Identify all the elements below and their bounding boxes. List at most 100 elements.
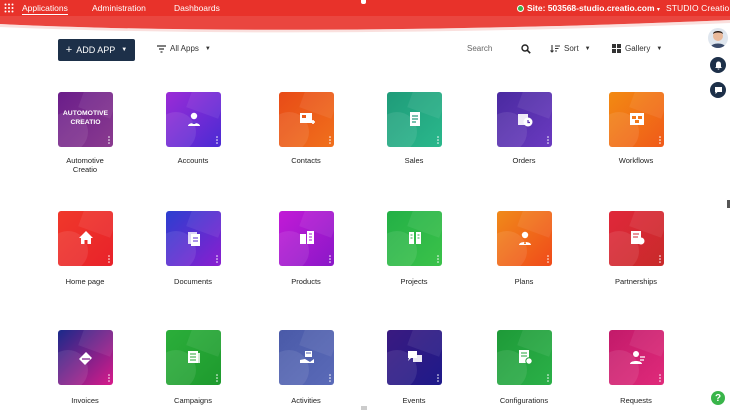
app-label[interactable]: Documents (148, 277, 238, 286)
site-label: Site: 503568-studio.creatio.com (527, 3, 655, 13)
configuration-icon (519, 350, 533, 365)
app-label[interactable]: Sales (369, 156, 459, 165)
app-tile-projects[interactable] (387, 211, 442, 266)
site-selector[interactable]: Site: 503568-studio.creatio.com ▾ (517, 2, 660, 16)
messages-button[interactable] (710, 82, 726, 98)
more-options-icon[interactable] (547, 374, 549, 382)
activities-icon (300, 351, 314, 363)
tile-text: AUTOMOTIVE CREATIO (62, 110, 109, 126)
contact-card-icon (300, 113, 315, 124)
notifications-button[interactable] (710, 57, 726, 73)
sort-label: Sort (564, 44, 579, 53)
chat-icon (714, 86, 722, 94)
app-tile-home-page[interactable] (58, 211, 113, 266)
more-options-icon[interactable] (216, 255, 218, 263)
app-label[interactable]: Plans (479, 277, 569, 286)
app-tile-sales[interactable] (387, 92, 442, 147)
more-options-icon[interactable] (216, 136, 218, 144)
view-label: Gallery (625, 44, 651, 53)
more-options-icon[interactable] (659, 255, 661, 263)
app-label[interactable]: Activities (261, 396, 351, 405)
chevron-down-icon: ▼ (121, 47, 128, 53)
chevron-down-icon: ▼ (204, 45, 211, 52)
more-options-icon[interactable] (437, 255, 439, 263)
app-label[interactable]: Accounts (148, 156, 238, 165)
sort-dropdown[interactable]: Sort ▼ (550, 44, 591, 53)
header-wave-decoration (0, 16, 730, 33)
app-label[interactable]: Home page (40, 277, 130, 286)
more-options-icon[interactable] (108, 255, 110, 263)
campaign-icon (188, 351, 200, 363)
view-dropdown[interactable]: Gallery ▼ (612, 44, 662, 53)
app-tile-automotive-creatio[interactable]: AUTOMOTIVE CREATIO (58, 92, 113, 147)
brand-logo: STUDIO Creatio (666, 3, 730, 13)
chevron-down-icon: ▼ (584, 45, 591, 52)
app-tile-plans[interactable] (497, 211, 552, 266)
avatar-image (708, 28, 728, 48)
app-tile-orders[interactable] (497, 92, 552, 147)
app-grid-icon[interactable] (4, 3, 14, 13)
more-options-icon[interactable] (329, 374, 331, 382)
add-app-label: ADD APP (76, 45, 116, 55)
partnership-icon (631, 231, 645, 245)
app-tile-accounts[interactable] (166, 92, 221, 147)
chevron-down-icon: ▾ (656, 7, 660, 13)
more-options-icon[interactable] (547, 136, 549, 144)
app-tile-workflows[interactable] (609, 92, 664, 147)
home-icon (79, 231, 93, 244)
more-options-icon[interactable] (329, 136, 331, 144)
help-button[interactable]: ? (711, 391, 725, 405)
app-tile-partnerships[interactable] (609, 211, 664, 266)
documents-icon (188, 232, 200, 246)
app-tile-campaigns[interactable] (166, 330, 221, 385)
app-label[interactable]: Campaigns (148, 396, 238, 405)
app-label[interactable]: Orders (479, 156, 569, 165)
app-label[interactable]: Projects (369, 277, 459, 286)
add-app-button[interactable]: + ADD APP ▼ (58, 39, 135, 61)
search-icon[interactable] (521, 44, 531, 54)
filter-dropdown[interactable]: All Apps ▼ (157, 44, 211, 53)
app-label[interactable]: Requests (591, 396, 681, 405)
tab-applications[interactable]: Applications (22, 2, 68, 15)
app-label[interactable]: Partnerships (591, 277, 681, 286)
app-label[interactable]: Products (261, 277, 351, 286)
app-label[interactable]: Configurations (479, 396, 569, 405)
user-avatar[interactable] (708, 28, 728, 48)
search-input[interactable]: Search (467, 44, 492, 53)
scroll-indicator (361, 406, 367, 410)
products-icon (300, 231, 314, 244)
app-tile-requests[interactable] (609, 330, 664, 385)
plus-icon: + (65, 44, 73, 56)
app-tile-documents[interactable] (166, 211, 221, 266)
app-tile-events[interactable] (387, 330, 442, 385)
bell-icon (714, 61, 722, 70)
tab-dashboards[interactable]: Dashboards (174, 2, 220, 14)
more-options-icon[interactable] (547, 255, 549, 263)
tab-administration[interactable]: Administration (92, 2, 146, 14)
gallery-icon (612, 44, 621, 53)
app-tile-configurations[interactable] (497, 330, 552, 385)
requests-icon (630, 351, 645, 364)
app-tile-activities[interactable] (279, 330, 334, 385)
app-tile-invoices[interactable] (58, 330, 113, 385)
more-options-icon[interactable] (216, 374, 218, 382)
more-options-icon[interactable] (437, 374, 439, 382)
app-label[interactable]: Invoices (40, 396, 130, 405)
app-label[interactable]: Automotive Creatio (60, 156, 110, 174)
top-center-marker (361, 0, 366, 4)
more-options-icon[interactable] (329, 255, 331, 263)
more-options-icon[interactable] (108, 136, 110, 144)
more-options-icon[interactable] (437, 136, 439, 144)
app-label[interactable]: Workflows (591, 156, 681, 165)
app-tile-products[interactable] (279, 211, 334, 266)
app-tile-contacts[interactable] (279, 92, 334, 147)
more-options-icon[interactable] (659, 136, 661, 144)
more-options-icon[interactable] (659, 374, 661, 382)
sort-icon (550, 45, 560, 53)
events-icon (408, 351, 422, 362)
invoice-icon (79, 352, 92, 365)
app-label[interactable]: Events (369, 396, 459, 405)
chevron-down-icon: ▼ (656, 45, 663, 52)
more-options-icon[interactable] (108, 374, 110, 382)
app-label[interactable]: Contacts (261, 156, 351, 165)
